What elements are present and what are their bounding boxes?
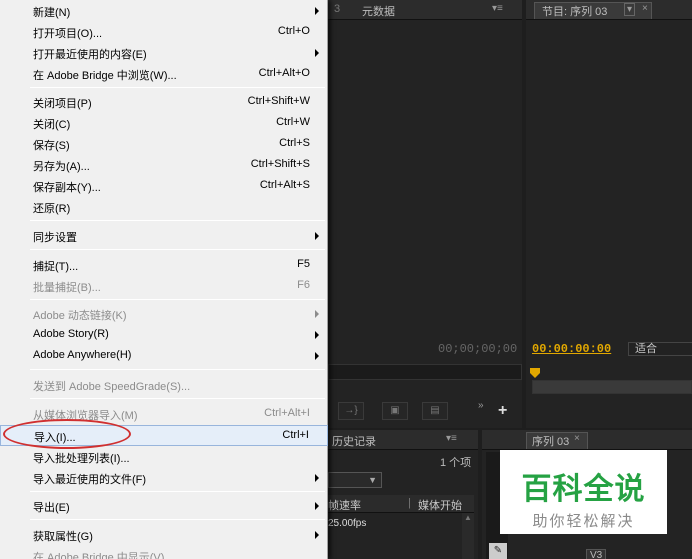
submenu-arrow-icon (315, 7, 319, 15)
history-panel-menu-icon[interactable]: ▾≡ (446, 433, 457, 444)
shortcut: Ctrl+I (282, 429, 309, 441)
program-monitor-panel (526, 0, 692, 428)
menu-item-reveal-in-bridge[interactable]: 在 Adobe Bridge 中显示(V)... (0, 545, 328, 559)
source-tab-fragment[interactable]: 3 (334, 3, 340, 15)
program-monitor-tabstrip: 节目: 序列 03 ▾ × (526, 0, 692, 20)
shortcut: Ctrl+O (277, 25, 310, 37)
menu-item-capture[interactable]: 捕捉(T)... F5 (0, 254, 328, 275)
menu-item-sync-settings[interactable]: 同步设置 (0, 225, 328, 246)
program-timecode[interactable]: 00:00:00:00 (532, 342, 611, 356)
menu-separator (30, 398, 325, 399)
expand-icon[interactable]: » (478, 400, 484, 411)
menu-item-close-project[interactable]: 关闭项目(P) Ctrl+Shift+W (0, 91, 328, 112)
submenu-arrow-icon (315, 232, 319, 240)
program-tab[interactable]: 节目: 序列 03 (542, 3, 607, 19)
col-media-start[interactable]: 媒体开始 (418, 497, 462, 513)
menu-item-import-batch-list[interactable]: 导入批处理列表(I)... (0, 446, 328, 467)
submenu-arrow-icon (315, 531, 319, 539)
menu-separator (30, 491, 325, 492)
menu-item-adobe-story[interactable]: Adobe Story(R) (0, 324, 328, 345)
menu-item-save-copy[interactable]: 保存副本(Y)... Ctrl+Alt+S (0, 175, 328, 196)
menu-item-send-to-speedgrade[interactable]: 发送到 Adobe SpeedGrade(S)... (0, 374, 328, 395)
program-scrub-bar[interactable] (532, 380, 692, 394)
menu-item-save-as[interactable]: 另存为(A)... Ctrl+Shift+S (0, 154, 328, 175)
submenu-arrow-icon (315, 310, 319, 318)
menu-item-new[interactable]: 新建(N) (0, 0, 328, 21)
extract-icon[interactable]: ▤ (422, 402, 448, 420)
timeline-tab[interactable]: 序列 03 (532, 433, 569, 449)
menu-item-revert[interactable]: 还原(R) (0, 196, 328, 217)
highlight-circle-annotation (3, 419, 131, 449)
file-menu: 新建(N) 打开项目(O)... Ctrl+O 打开最近使用的内容(E) 在 Ad… (0, 0, 328, 559)
shortcut: Ctrl+S (279, 137, 310, 149)
watermark-logo: 百科全说 助你轻松解决 (500, 450, 667, 534)
menu-item-dynamic-link[interactable]: Adobe 动态链接(K) (0, 303, 328, 324)
menu-separator (30, 220, 325, 221)
menu-separator (30, 369, 325, 370)
menu-item-export[interactable]: 导出(E) (0, 495, 328, 516)
watermark-subtitle: 助你轻松解决 (532, 513, 635, 530)
project-scrollbar[interactable]: ▲ (462, 513, 474, 559)
shortcut: Ctrl+W (276, 116, 310, 128)
watermark-title: 百科全说 (521, 473, 646, 506)
shortcut: Ctrl+Alt+S (259, 179, 310, 191)
col-framerate[interactable]: 帧速率 (328, 497, 361, 513)
source-monitor-tabstrip: 3 元数据 ▾≡ (328, 0, 522, 20)
source-scrub-bar[interactable] (328, 364, 522, 380)
menu-separator (30, 519, 325, 520)
project-view-dropdown[interactable]: ▼ (328, 472, 382, 488)
menu-item-close[interactable]: 关闭(C) Ctrl+W (0, 112, 328, 133)
menu-item-adobe-anywhere[interactable]: Adobe Anywhere(H) (0, 345, 328, 366)
row-framerate: 25.00fps (328, 518, 367, 529)
menu-separator (30, 249, 325, 250)
zoom-fit-select[interactable]: 适合 (628, 342, 692, 356)
col-divider: | (408, 497, 411, 509)
menu-separator (30, 299, 325, 300)
source-timecode[interactable]: 00;00;00;00 (438, 342, 517, 356)
submenu-arrow-icon (315, 352, 319, 360)
program-tab-menu-icon[interactable]: ▾ (624, 3, 636, 16)
shortcut: Ctrl+Shift+W (247, 95, 310, 107)
project-column-header: 帧速率 | 媒体开始 (328, 495, 474, 513)
project-tabstrip: 历史记录 ▾≡ (328, 430, 478, 450)
menu-item-browse-bridge[interactable]: 在 Adobe Bridge 中浏览(W)... Ctrl+Alt+O (0, 63, 328, 84)
history-tab[interactable]: 历史记录 (332, 433, 376, 449)
menu-item-open-project[interactable]: 打开项目(O)... Ctrl+O (0, 21, 328, 42)
menu-item-import-recent-file[interactable]: 导入最近使用的文件(F) (0, 467, 328, 488)
shortcut: Ctrl+Alt+O (258, 67, 310, 79)
timeline-tab-close-icon[interactable]: × (574, 433, 580, 444)
program-tab-close-icon[interactable]: × (642, 3, 648, 14)
menu-item-open-recent[interactable]: 打开最近使用的内容(E) (0, 42, 328, 63)
submenu-arrow-icon (315, 502, 319, 510)
submenu-arrow-icon (315, 49, 319, 57)
track-v3-label[interactable]: V3 (586, 549, 607, 559)
shortcut: F5 (297, 258, 310, 270)
submenu-arrow-icon (315, 331, 319, 339)
dropdown-arrow-icon: ▼ (368, 475, 377, 485)
shortcut: Ctrl+Alt+I (264, 407, 310, 419)
metadata-tab[interactable]: 元数据 (362, 3, 395, 19)
scroll-up-icon[interactable]: ▲ (464, 513, 472, 522)
source-controls: →} ▣ ▤ » + (328, 396, 522, 426)
add-button-icon[interactable]: + (498, 402, 507, 420)
shortcut: Ctrl+Shift+S (250, 158, 310, 170)
menu-item-batch-capture[interactable]: 批量捕捉(B)... F6 (0, 275, 328, 296)
panel-menu-icon[interactable]: ▾≡ (492, 3, 503, 14)
overwrite-icon[interactable]: →} (338, 402, 364, 420)
item-count: 1 个项 (440, 457, 472, 469)
menu-item-save[interactable]: 保存(S) Ctrl+S (0, 133, 328, 154)
lift-icon[interactable]: ▣ (382, 402, 408, 420)
submenu-arrow-icon (315, 474, 319, 482)
timeline-tabstrip: 序列 03 × (482, 430, 692, 450)
razor-tool-icon[interactable]: ✎ (489, 543, 507, 559)
menu-separator (30, 87, 325, 88)
shortcut: F6 (297, 279, 310, 291)
menu-item-get-properties[interactable]: 获取属性(G) (0, 524, 328, 545)
